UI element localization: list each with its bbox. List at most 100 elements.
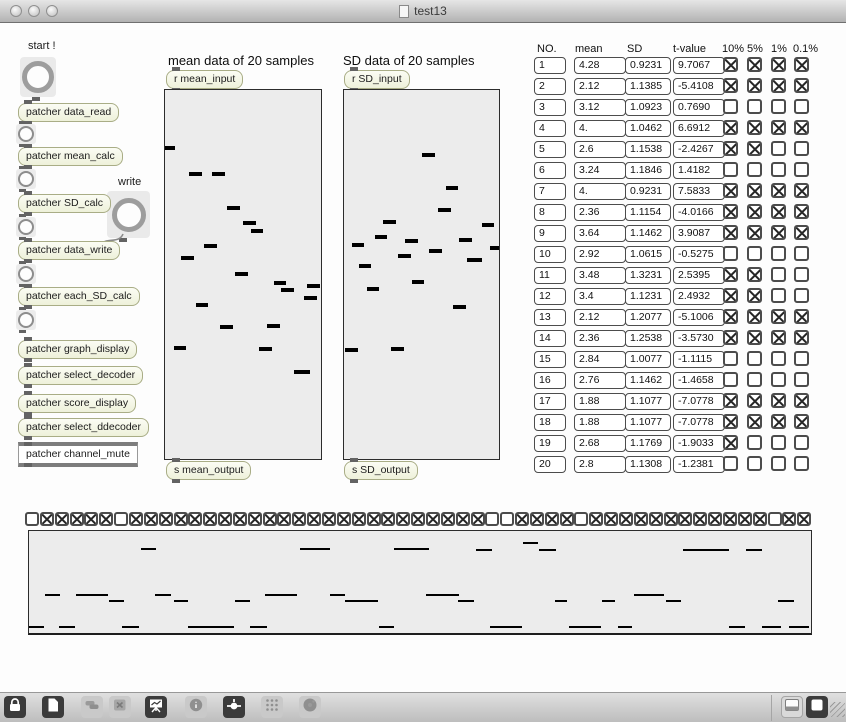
row-sd-box[interactable]: 0.9231 (625, 57, 671, 74)
significance-checkbox[interactable] (747, 204, 762, 219)
row-sd-box[interactable]: 1.0923 (625, 99, 671, 116)
row-sd-box[interactable]: 1.1308 (625, 456, 671, 473)
row-no-box[interactable]: 6 (534, 162, 566, 179)
row-tvalue-box[interactable]: -1.4658 (673, 372, 725, 389)
row-mean-box[interactable]: 2.12 (574, 78, 626, 95)
row-no-box[interactable]: 11 (534, 267, 566, 284)
channel-checkbox[interactable] (559, 512, 574, 526)
receive-mean-input-box[interactable]: r mean_input (166, 67, 244, 92)
significance-checkbox[interactable] (794, 309, 809, 324)
significance-checkbox[interactable] (747, 141, 762, 156)
patcher-box-data_write[interactable]: patcher data_write (18, 238, 121, 263)
significance-checkbox[interactable] (747, 120, 762, 135)
significance-checkbox[interactable] (794, 78, 809, 93)
mean-graph[interactable] (164, 89, 322, 460)
row-no-box[interactable]: 14 (534, 330, 566, 347)
row-tvalue-box[interactable]: -7.0778 (673, 414, 725, 431)
row-sd-box[interactable]: 1.2538 (625, 330, 671, 347)
significance-checkbox[interactable] (747, 330, 762, 345)
significance-checkbox[interactable] (723, 435, 738, 450)
patcher-box-each_SD_calc[interactable]: patcher each_SD_calc (18, 284, 140, 309)
row-no-box[interactable]: 18 (534, 414, 566, 431)
channel-checkbox[interactable] (114, 512, 129, 526)
row-sd-box[interactable]: 1.1154 (625, 204, 671, 221)
channel-checkbox[interactable] (440, 512, 455, 526)
row-tvalue-box[interactable]: 9.7067 (673, 57, 725, 74)
channel-checkbox[interactable] (381, 512, 396, 526)
inspector-button[interactable] (806, 696, 828, 718)
channel-checkbox[interactable] (336, 512, 351, 526)
row-sd-box[interactable]: 1.1462 (625, 372, 671, 389)
row-tvalue-box[interactable]: 0.7690 (673, 99, 725, 116)
significance-checkbox[interactable] (771, 435, 786, 450)
row-mean-box[interactable]: 2.84 (574, 351, 626, 368)
row-mean-box[interactable]: 2.36 (574, 330, 626, 347)
row-sd-box[interactable]: 1.1538 (625, 141, 671, 158)
channel-checkbox[interactable] (470, 512, 485, 526)
significance-checkbox[interactable] (723, 372, 738, 387)
patcher-box-select_ddecoder[interactable]: patcher select_ddecoder (18, 415, 149, 440)
channel-checkbox[interactable] (39, 512, 54, 526)
row-tvalue-box[interactable]: 1.4182 (673, 162, 725, 179)
channel-checkbox[interactable] (797, 512, 812, 526)
significance-checkbox[interactable] (723, 330, 738, 345)
channel-checkbox[interactable] (292, 512, 307, 526)
row-tvalue-box[interactable]: 7.5833 (673, 183, 725, 200)
row-sd-box[interactable]: 1.1385 (625, 78, 671, 95)
row-mean-box[interactable]: 2.12 (574, 309, 626, 326)
row-tvalue-box[interactable]: 2.5395 (673, 267, 725, 284)
significance-checkbox[interactable] (794, 225, 809, 240)
channel-checkbox[interactable] (277, 512, 292, 526)
row-no-box[interactable]: 1 (534, 57, 566, 74)
significance-checkbox[interactable] (794, 351, 809, 366)
row-tvalue-box[interactable]: -5.1006 (673, 309, 725, 326)
channel-checkbox[interactable] (574, 512, 589, 526)
patcher-box-channel_mute[interactable]: patcher channel_mute (18, 442, 138, 467)
channel-checkbox[interactable] (737, 512, 752, 526)
row-sd-box[interactable]: 1.3231 (625, 267, 671, 284)
bang-button-2[interactable] (16, 166, 36, 192)
row-no-box[interactable]: 17 (534, 393, 566, 410)
window-split-button[interactable] (781, 696, 803, 718)
significance-checkbox[interactable] (747, 456, 762, 471)
row-no-box[interactable]: 8 (534, 204, 566, 221)
significance-checkbox[interactable] (794, 57, 809, 72)
significance-checkbox[interactable] (723, 183, 738, 198)
row-no-box[interactable]: 10 (534, 246, 566, 263)
significance-checkbox[interactable] (771, 78, 786, 93)
new-object-button[interactable] (42, 696, 64, 718)
start-button[interactable] (20, 57, 56, 101)
channel-checkbox[interactable] (188, 512, 203, 526)
channel-checkbox[interactable] (515, 512, 529, 526)
row-tvalue-box[interactable]: -0.5275 (673, 246, 725, 263)
row-mean-box[interactable]: 4. (574, 183, 626, 200)
channel-checkbox[interactable] (218, 512, 232, 526)
significance-checkbox[interactable] (747, 372, 762, 387)
channel-checkbox[interactable] (99, 512, 114, 526)
significance-checkbox[interactable] (794, 330, 809, 345)
significance-checkbox[interactable] (723, 393, 738, 408)
significance-checkbox[interactable] (747, 162, 762, 177)
send-sd-output-box[interactable]: s SD_output (344, 458, 418, 483)
zoom-button[interactable] (46, 5, 58, 17)
row-mean-box[interactable]: 3.48 (574, 267, 626, 284)
channel-checkbox[interactable] (25, 512, 39, 526)
channel-checkbox[interactable] (247, 512, 262, 526)
channel-checkbox[interactable] (307, 512, 322, 526)
significance-checkbox[interactable] (723, 57, 738, 72)
significance-checkbox[interactable] (747, 309, 762, 324)
channel-checkbox[interactable] (158, 512, 173, 526)
row-sd-box[interactable]: 1.1769 (625, 435, 671, 452)
patcher-box-score_display[interactable]: patcher score_display (18, 391, 137, 416)
channel-checkbox[interactable] (411, 512, 426, 526)
channel-checkbox[interactable] (708, 512, 723, 526)
significance-checkbox[interactable] (794, 162, 809, 177)
score-graph[interactable] (28, 530, 812, 635)
channel-checkbox[interactable] (633, 512, 648, 526)
row-no-box[interactable]: 19 (534, 435, 566, 452)
row-mean-box[interactable]: 4. (574, 120, 626, 137)
channel-checkbox[interactable] (500, 512, 515, 526)
channel-checkbox[interactable] (128, 512, 143, 526)
patcher-box-select_decoder[interactable]: patcher select_decoder (18, 363, 144, 388)
row-tvalue-box[interactable]: 6.6912 (673, 120, 725, 137)
